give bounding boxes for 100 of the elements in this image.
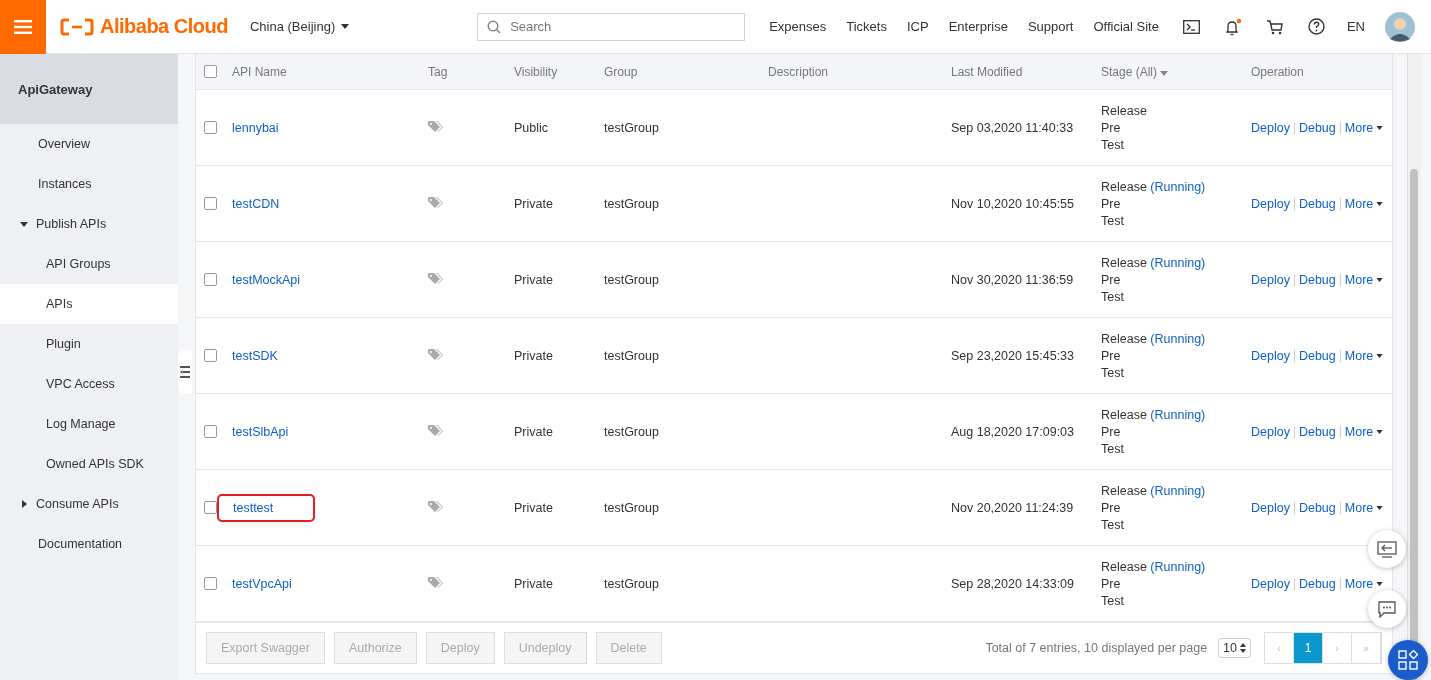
operation-link[interactable]: Deploy xyxy=(1251,272,1290,287)
stage-label: Pre xyxy=(1101,196,1122,211)
table-cell-text: Private xyxy=(514,348,554,363)
search-field[interactable]: Search xyxy=(477,12,746,41)
stage-label: Pre xyxy=(1101,424,1122,439)
sidebar-item[interactable]: Owned APIs SDK xyxy=(0,444,178,484)
table-cell-text: testGroup xyxy=(604,348,660,363)
operation-link[interactable]: Debug xyxy=(1298,576,1336,591)
tag-icon[interactable] xyxy=(428,501,445,514)
column-header[interactable]: Stage (All) xyxy=(1101,64,1251,79)
caret-icon xyxy=(1376,277,1384,282)
stage-label: Test xyxy=(1101,213,1125,228)
table-cell-text: Sep 03,2020 11:40:33 xyxy=(951,120,1075,135)
row-checkbox[interactable] xyxy=(204,501,217,514)
cart-icon[interactable] xyxy=(1265,18,1284,35)
sidebar-item[interactable]: Documentation xyxy=(0,524,178,564)
terminal-icon[interactable] xyxy=(1182,19,1200,34)
api-name-link[interactable]: testMockApi xyxy=(232,268,301,291)
select-all-checkbox[interactable] xyxy=(204,65,217,78)
sidebar-item[interactable]: Instances xyxy=(0,164,178,204)
api-name-link[interactable]: testtest xyxy=(219,495,314,520)
region-dropdown[interactable]: China (Beijing) xyxy=(249,19,350,34)
operation-link[interactable]: Deploy xyxy=(1251,424,1290,439)
operation-link[interactable]: More xyxy=(1344,272,1384,287)
operation-link[interactable]: Debug xyxy=(1298,120,1336,135)
operation-link[interactable]: More xyxy=(1344,196,1384,211)
nav-link[interactable]: Enterprise xyxy=(948,19,1008,34)
table-cell-text: Aug 18,2020 17:09:03 xyxy=(951,424,1076,439)
operation-link[interactable]: Deploy xyxy=(1251,196,1290,211)
stage-label: Release (Running) xyxy=(1101,407,1207,422)
row-checkbox[interactable] xyxy=(204,121,217,134)
scrollbar[interactable] xyxy=(1407,54,1421,680)
stage-label: Pre xyxy=(1101,576,1122,591)
row-checkbox[interactable] xyxy=(204,425,217,438)
operation-link[interactable]: Deploy xyxy=(1251,500,1290,515)
api-name-link[interactable]: testSlbApi xyxy=(232,420,289,443)
tag-icon[interactable] xyxy=(428,349,445,362)
caret-icon xyxy=(1376,505,1384,510)
page-button[interactable]: 1 xyxy=(1294,633,1323,663)
exit-icon[interactable] xyxy=(1368,530,1406,568)
operation-link[interactable]: More xyxy=(1344,576,1384,591)
operation-link[interactable]: Deploy xyxy=(1251,576,1290,591)
nav-link[interactable]: Support xyxy=(1027,19,1074,34)
sort-icon xyxy=(1240,643,1246,653)
stage-label: Release (Running) xyxy=(1101,483,1207,498)
sidebar-item[interactable]: Publish APIs xyxy=(0,204,178,244)
tag-icon[interactable] xyxy=(428,425,445,438)
row-checkbox[interactable] xyxy=(204,349,217,362)
tag-icon[interactable] xyxy=(428,577,445,590)
sidebar-item[interactable]: Consume APIs xyxy=(0,484,178,524)
api-name-link[interactable]: testCDN xyxy=(232,192,280,215)
collapse-handle[interactable] xyxy=(178,350,192,394)
operation-link[interactable]: More xyxy=(1344,500,1384,515)
row-checkbox[interactable] xyxy=(204,273,217,286)
row-checkbox[interactable] xyxy=(204,197,217,210)
logo-icon xyxy=(60,17,94,36)
sidebar-item[interactable]: VPC Access xyxy=(0,364,178,404)
sidebar-item[interactable]: Plugin xyxy=(0,324,178,364)
caret-icon xyxy=(1376,201,1384,206)
table-cell-text: testGroup xyxy=(604,500,660,515)
operation-link[interactable]: Debug xyxy=(1298,348,1336,363)
table-cell-text: testGroup xyxy=(604,576,660,591)
caret-icon xyxy=(1376,581,1384,586)
bell-icon[interactable] xyxy=(1223,17,1242,36)
avatar-icon[interactable] xyxy=(1385,11,1415,42)
sidebar-item[interactable]: Overview xyxy=(0,124,178,164)
operation-link[interactable]: More xyxy=(1344,424,1384,439)
api-name-link[interactable]: testVpcApi xyxy=(232,572,292,595)
tag-icon[interactable] xyxy=(428,121,445,134)
operation-link[interactable]: Debug xyxy=(1298,424,1336,439)
page-size-select[interactable]: 10 xyxy=(1218,638,1251,658)
nav-link[interactable]: Expenses xyxy=(769,19,827,34)
menu-button[interactable] xyxy=(0,0,46,54)
table-cell-text: Nov 20,2020 11:24:39 xyxy=(951,500,1075,515)
operation-link[interactable]: Deploy xyxy=(1251,120,1290,135)
operation-link[interactable]: Debug xyxy=(1298,272,1336,287)
api-name-link[interactable]: testSDK xyxy=(232,344,278,367)
nav-link[interactable]: Official Site xyxy=(1093,19,1159,34)
language-link[interactable]: EN xyxy=(1346,19,1365,34)
apps-icon[interactable] xyxy=(1388,640,1428,680)
nav-link[interactable]: ICP xyxy=(906,19,929,34)
tag-icon[interactable] xyxy=(428,273,445,286)
row-checkbox[interactable] xyxy=(204,577,217,590)
stage-label: Pre xyxy=(1101,272,1122,287)
sidebar-item[interactable]: Log Manage xyxy=(0,404,178,444)
nav-link[interactable]: Tickets xyxy=(846,19,887,34)
operation-link[interactable]: More xyxy=(1344,120,1384,135)
help-icon[interactable] xyxy=(1307,18,1325,35)
operation-link[interactable]: Deploy xyxy=(1251,348,1290,363)
operation-link[interactable]: More xyxy=(1344,348,1384,363)
sidebar-item[interactable]: APIs xyxy=(0,284,178,324)
operation-link[interactable]: Debug xyxy=(1298,500,1336,515)
chat-icon[interactable] xyxy=(1368,590,1406,628)
api-name-link[interactable]: lennybai xyxy=(232,116,279,139)
stage-label: Pre xyxy=(1101,348,1122,363)
caret-icon xyxy=(1376,353,1384,358)
sidebar-item[interactable]: API Groups xyxy=(0,244,178,284)
operation-link[interactable]: Debug xyxy=(1298,196,1336,211)
stage-label: Pre xyxy=(1101,120,1122,135)
tag-icon[interactable] xyxy=(428,197,445,210)
